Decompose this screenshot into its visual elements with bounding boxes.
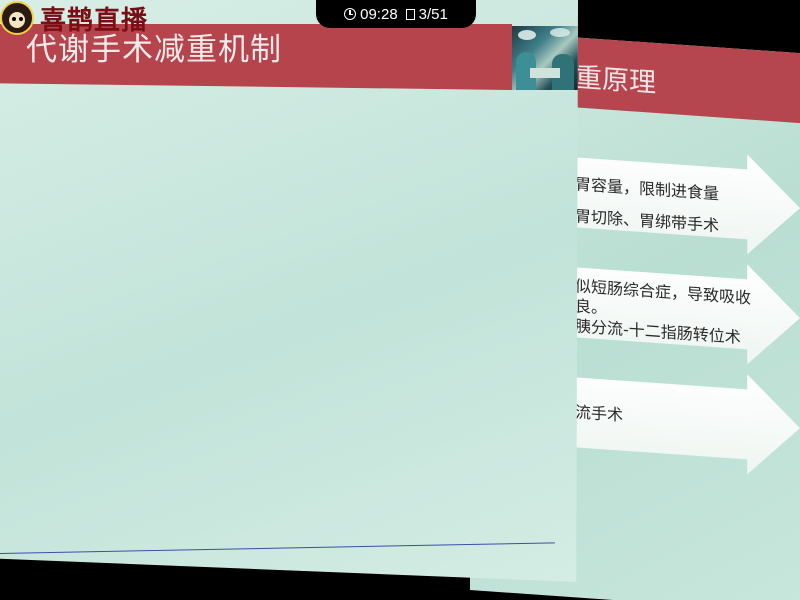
status-time: 09:28	[360, 5, 398, 23]
page-icon	[405, 8, 415, 20]
arrow-1-line-2: 胃切除、胃绑带手术	[575, 206, 720, 236]
screen: 重原理 胃容量，限制进食量 胃切除、胃绑带手术 似短肠综合症，导致吸收 良。 胰…	[0, 0, 800, 600]
arrow-2-line-3: 胰分流-十二指肠转位术	[575, 316, 741, 347]
watermark-logo-text: 喜鹊直播	[40, 5, 149, 36]
watermark-logo: 喜鹊直播	[0, 0, 148, 36]
arrow-2-line-2: 良。	[575, 296, 608, 318]
magpie-mascot-icon	[0, 1, 34, 35]
slide-divider-line	[0, 542, 555, 554]
status-page-indicator: 3/51	[418, 5, 448, 23]
front-slide: 代谢手术减重机制	[0, 0, 578, 582]
arrow-1-line-1: 胃容量，限制进食量	[575, 174, 720, 204]
arrow-3-line-1: 流手术	[575, 402, 624, 425]
status-bar: 09:28 3/51	[316, 0, 476, 28]
surgery-photo	[512, 26, 578, 90]
clock-icon	[344, 8, 357, 20]
back-slide-title: 重原理	[575, 62, 656, 100]
